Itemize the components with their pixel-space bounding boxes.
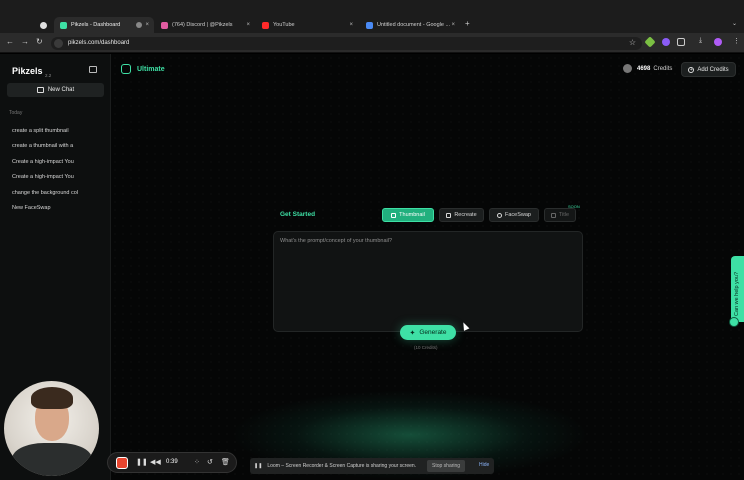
soon-badge: SOON xyxy=(568,204,580,209)
history-section-label: Today xyxy=(9,110,23,116)
hide-button[interactable]: Hide xyxy=(479,462,489,468)
download-icon[interactable]: ⤓ xyxy=(699,37,702,45)
logo-text: Pikzels xyxy=(12,66,43,76)
reload-icon[interactable]: ↻ xyxy=(36,37,43,46)
tab-label: Untitled document - Google ... xyxy=(377,22,451,28)
version-badge: 2.2 xyxy=(45,72,52,78)
help-label: Can we help you? xyxy=(734,271,740,316)
screen-share-notice: ❚❚ Loom – Screen Recorder & Screen Captu… xyxy=(250,458,494,474)
bookmark-star-icon[interactable]: ☆ xyxy=(629,38,636,47)
mode-label: Recreate xyxy=(454,212,477,218)
mode-label: Title xyxy=(558,212,570,218)
sharing-pause-icon: ❚❚ xyxy=(254,463,263,469)
discord-favicon-icon xyxy=(161,21,168,29)
tab-label: (764) Discord | @Pikzels xyxy=(172,22,233,28)
app-logo[interactable]: Pikzels 2.2 xyxy=(12,66,51,78)
credits-value: 4698 xyxy=(637,65,651,72)
tab-discord[interactable]: (764) Discord | @Pikzels × xyxy=(155,17,255,33)
credits-label: Credits xyxy=(653,65,673,72)
pinned-tab-icon xyxy=(40,21,47,29)
pikzels-favicon-icon xyxy=(60,21,67,29)
menu-kebab-icon[interactable]: ⋮ xyxy=(733,37,740,45)
browser-tab-strip: Pikzels - Dashboard × (764) Discord | @P… xyxy=(0,0,744,33)
extensions-puzzle-icon[interactable] xyxy=(677,38,685,46)
new-chat-icon xyxy=(36,87,44,93)
faceswap-icon xyxy=(497,212,502,218)
restart-icon[interactable]: ↺ xyxy=(207,458,213,466)
mode-faceswap[interactable]: FaceSwap xyxy=(489,208,539,222)
tab-google-doc[interactable]: Untitled document - Google ... × xyxy=(360,17,460,33)
tab-label: Pikzels - Dashboard xyxy=(71,22,121,28)
presenter-shirt xyxy=(12,443,92,476)
mode-label: Thumbnail xyxy=(399,212,425,218)
rewind-icon[interactable]: ◀◀ xyxy=(150,458,161,466)
new-chat-label: New Chat xyxy=(47,87,75,93)
extension-icon[interactable] xyxy=(644,36,656,48)
history-item[interactable]: Create a high-impact You xyxy=(12,174,74,180)
new-tab-button[interactable]: + xyxy=(465,19,470,28)
mode-label: FaceSwap xyxy=(505,212,531,218)
tab-youtube[interactable]: YouTube × xyxy=(256,17,358,33)
generate-button[interactable]: ✦ Generate xyxy=(400,325,456,340)
prompt-input[interactable] xyxy=(280,238,576,298)
history-item[interactable]: change the background col xyxy=(12,190,78,196)
add-credits-button[interactable]: + Add Credits xyxy=(681,62,736,77)
collapse-sidebar-icon[interactable] xyxy=(89,66,97,73)
mode-recreate[interactable]: Recreate xyxy=(439,208,484,222)
mode-title: Title xyxy=(544,208,576,222)
mode-thumbnail[interactable]: Thumbnail xyxy=(382,208,434,222)
youtube-favicon-icon xyxy=(262,21,269,29)
title-icon xyxy=(550,212,556,218)
close-tab-icon[interactable]: × xyxy=(246,22,250,28)
tab-label: YouTube xyxy=(273,22,295,28)
stop-sharing-button[interactable]: Stop sharing xyxy=(427,460,466,472)
close-tab-icon[interactable]: × xyxy=(349,22,353,28)
plan-label: Ultimate xyxy=(137,65,165,73)
prompt-box xyxy=(273,231,583,332)
image-icon xyxy=(391,212,397,218)
back-icon[interactable]: ← xyxy=(6,37,14,46)
pause-icon[interactable]: ❚❚ xyxy=(136,458,148,466)
recording-timer: 0:39 xyxy=(166,459,178,465)
url-text: pikzels.com/dashboard xyxy=(68,40,130,46)
profile-avatar-icon[interactable] xyxy=(714,38,722,46)
sparkle-icon: ✦ xyxy=(409,329,416,337)
tab-pikzels-dashboard[interactable]: Pikzels - Dashboard × xyxy=(54,17,154,33)
tab-search-icon[interactable]: ⌄ xyxy=(732,20,737,27)
plus-circle-icon: + xyxy=(688,66,695,73)
close-tab-icon[interactable]: × xyxy=(145,22,149,28)
stop-recording-button[interactable] xyxy=(116,457,128,469)
new-chat-button[interactable]: New Chat xyxy=(7,83,104,97)
credits-coin-icon xyxy=(623,64,632,73)
help-tab[interactable]: Can we help you? xyxy=(731,256,744,322)
plan-icon xyxy=(121,64,131,74)
extension-icon[interactable] xyxy=(662,38,670,46)
loom-control-bar: ❚❚ ◀◀ 0:39 ⁘ ↺ 🗑 xyxy=(107,452,237,473)
share-text: Loom – Screen Recorder & Screen Capture … xyxy=(267,463,417,469)
address-bar[interactable]: pikzels.com/dashboard ☆ xyxy=(51,37,642,50)
credit-cost-label: (10 Credits) xyxy=(414,345,438,350)
drawing-tools-icon[interactable]: ⁘ xyxy=(194,458,200,466)
plan-badge: Ultimate xyxy=(121,64,165,74)
history-item[interactable]: create a thumbnail with a xyxy=(12,143,73,149)
webcam-bubble[interactable] xyxy=(4,381,99,476)
audio-indicator-icon xyxy=(136,22,142,28)
docs-favicon-icon xyxy=(366,21,373,29)
credits-display: 4698 Credits xyxy=(623,64,672,73)
history-item[interactable]: New FaceSwap xyxy=(12,205,51,211)
history-item[interactable]: create a split thumbnail xyxy=(12,128,69,134)
delete-icon[interactable]: 🗑 xyxy=(221,458,230,466)
history-item[interactable]: Create a high-impact You xyxy=(12,159,74,165)
recreate-icon xyxy=(446,212,452,218)
presenter-hair xyxy=(31,387,73,409)
add-credits-label: Add Credits xyxy=(697,66,729,73)
site-info-icon[interactable] xyxy=(54,39,63,48)
close-tab-icon[interactable]: × xyxy=(451,22,455,28)
get-started-heading: Get Started xyxy=(280,211,316,218)
browser-toolbar: ← → ↻ pikzels.com/dashboard ☆ ⤓ ⋮ xyxy=(0,33,744,53)
forward-icon[interactable]: → xyxy=(21,37,29,46)
generate-label: Generate xyxy=(419,329,447,336)
tab-pinned[interactable] xyxy=(34,17,52,33)
chat-bubble-icon[interactable] xyxy=(729,317,739,327)
